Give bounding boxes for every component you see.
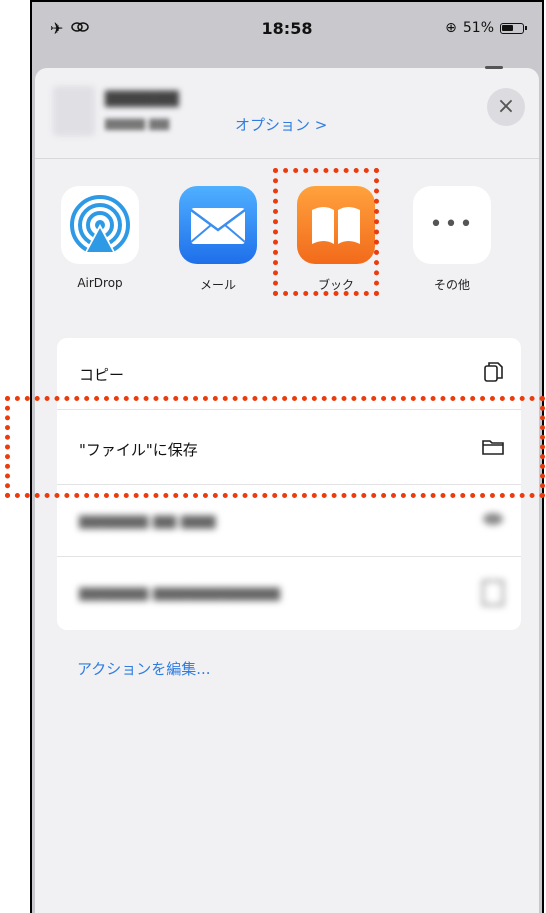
save-to-files-highlight-box [5,396,545,498]
action-label: コピー [79,366,125,384]
battery-percent: 51% [462,20,494,36]
edit-actions-link[interactable]: アクションを編集... [77,658,211,679]
app-more[interactable]: ••• その他 [407,186,497,293]
app-label: メール [199,278,236,292]
airplane-icon: ✈ [50,18,64,38]
books-highlight-box [273,168,379,296]
more-icon: ••• [413,186,491,264]
app-label: AirDrop [77,276,123,290]
app-mail[interactable]: メール [173,186,263,293]
mail-icon [179,186,257,264]
app-airdrop[interactable]: AirDrop [55,186,145,290]
close-button[interactable]: × [487,88,525,126]
status-left: ✈ [50,18,90,38]
status-time: 18:58 [261,18,313,38]
eye-icon [481,507,505,531]
file-thumbnail [53,86,95,136]
action-label-blurred: ▆▆▆▆▆▆ ▆▆ ▆▆▆ [79,511,216,529]
airdrop-icon [61,186,139,264]
action-blurred-2[interactable]: ▆▆▆▆▆▆ ▆▆▆▆▆▆▆▆▆▆▆ [57,557,521,629]
options-link[interactable]: オプション > [235,114,327,135]
battery-icon [500,22,527,34]
status-right: ⊕ 51% [445,20,527,36]
file-meta-blurred: ▆▆▆▆ ▆▆ [105,116,170,131]
file-title-blurred: ▇▇▇▇▇▇ [105,88,179,107]
document-icon [481,579,505,606]
status-bar: ✈ 18:58 ⊕ 51% [32,2,542,54]
app-label: その他 [433,278,470,292]
share-header: ▇▇▇▇▇▇ ▆▆▆▆ ▆▆ オプション > × [35,68,539,159]
orientation-lock-icon: ⊕ [445,20,457,36]
action-label-blurred: ▆▆▆▆▆▆ ▆▆▆▆▆▆▆▆▆▆▆ [79,583,280,601]
link-icon [71,19,90,38]
copy-icon [481,360,505,384]
